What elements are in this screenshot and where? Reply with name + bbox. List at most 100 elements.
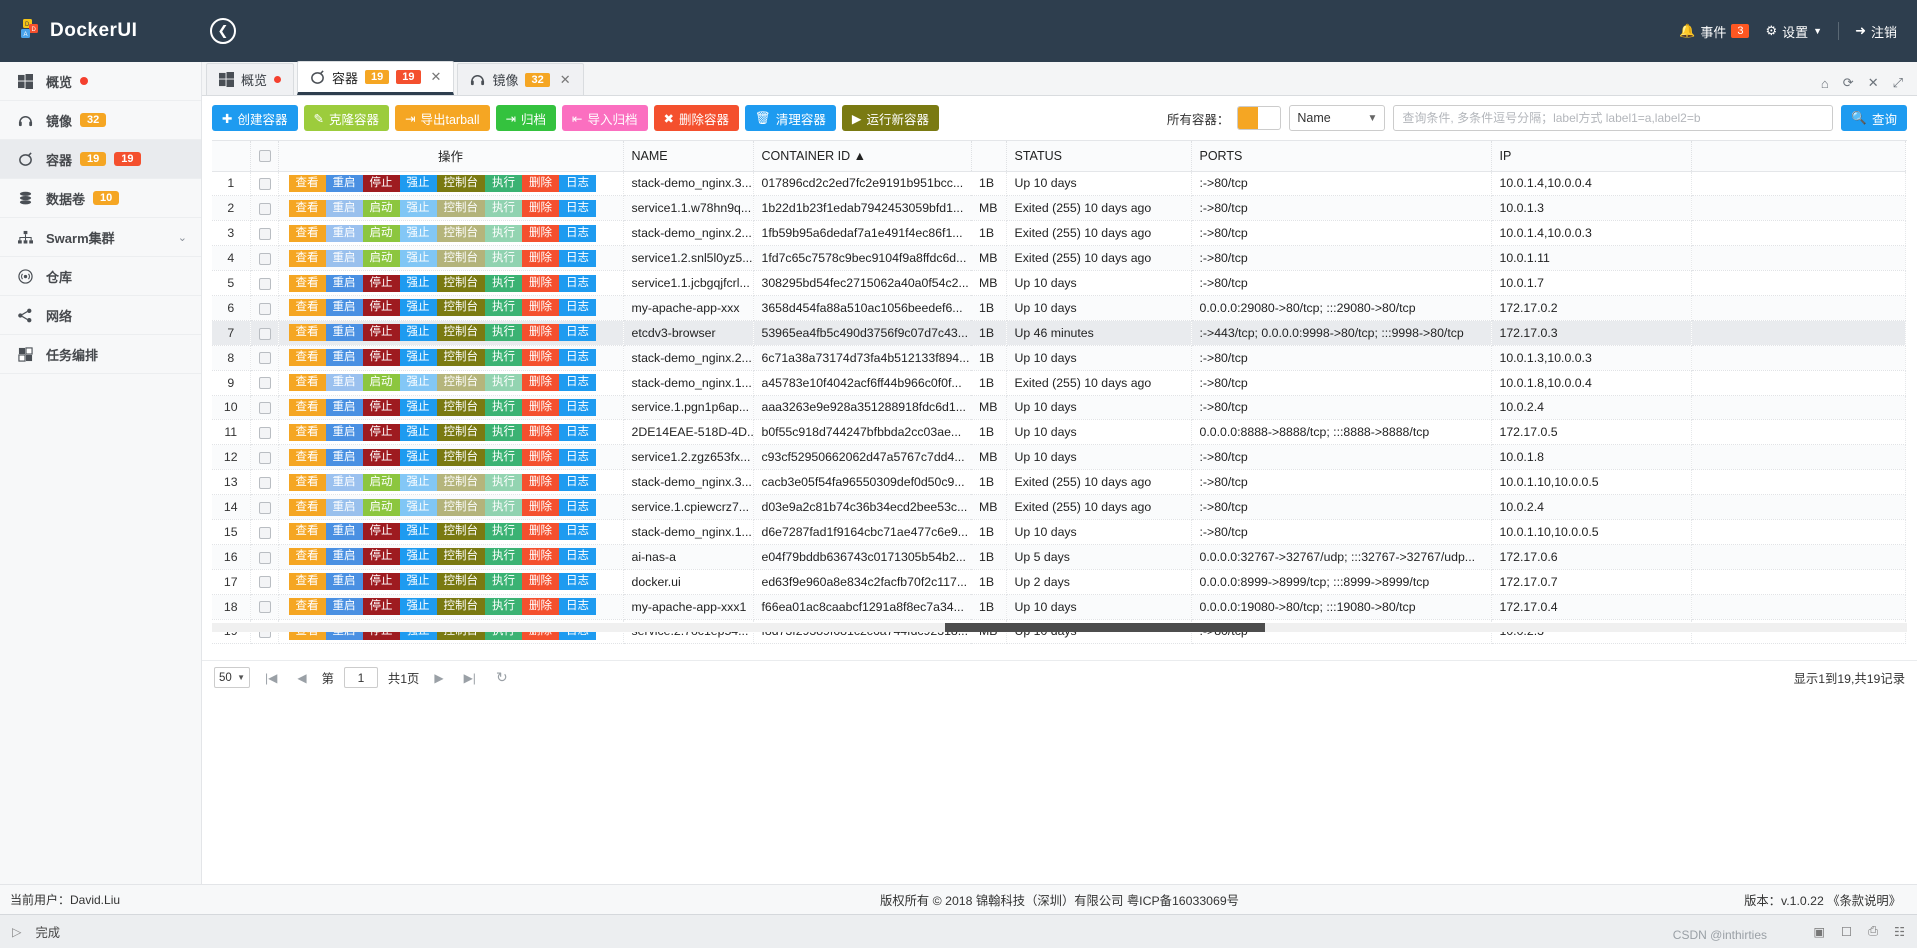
sidebar-collapse-button[interactable]: ❮ — [210, 18, 236, 44]
logout-button[interactable]: ➜ 注销 — [1855, 22, 1897, 41]
row-action-2[interactable]: 停止 — [362, 398, 400, 416]
row-action-6[interactable]: 执行 — [485, 249, 522, 267]
row-action-2[interactable]: 停止 — [362, 299, 400, 317]
row-action-7[interactable]: 删除 — [522, 573, 559, 591]
row-checkbox-cell[interactable] — [250, 320, 279, 346]
row-action-4[interactable]: 强止 — [399, 349, 437, 367]
row-action-3[interactable]: 启动 — [362, 224, 400, 242]
row-action-8[interactable]: 日志 — [559, 274, 596, 292]
toolbar-button-1[interactable]: ✎ 克隆容器 — [303, 105, 389, 131]
row-action-5[interactable]: 控制台 — [436, 448, 485, 466]
row-action-8[interactable]: 日志 — [559, 324, 596, 342]
row-checkbox-cell[interactable] — [250, 469, 279, 496]
tab-1[interactable]: 容器 19 19 ✕ — [297, 61, 455, 95]
row-checkbox-cell[interactable] — [250, 171, 279, 197]
row-checkbox[interactable] — [258, 352, 271, 365]
row-action-2[interactable]: 停止 — [362, 598, 400, 616]
row-action-8[interactable]: 日志 — [559, 374, 596, 392]
table-row[interactable]: 10 查看 重启 停止 强止 控制台 执行 删除 日志 service.1.pgn1p6ap...… — [212, 395, 1906, 421]
row-action-8[interactable]: 日志 — [559, 398, 596, 416]
toolbar-button-6[interactable]: 🗑 清理容器 — [745, 105, 836, 131]
toolbar-button-4[interactable]: ⇤ 导入归档 — [562, 105, 648, 131]
row-action-7[interactable]: 删除 — [522, 598, 559, 616]
row-action-7[interactable]: 删除 — [522, 548, 559, 566]
row-action-8[interactable]: 日志 — [559, 598, 596, 616]
row-action-5[interactable]: 控制台 — [436, 324, 485, 342]
row-action-4[interactable]: 强止 — [399, 299, 437, 317]
row-action-8[interactable]: 日志 — [559, 498, 596, 516]
row-checkbox[interactable] — [258, 427, 271, 440]
sidebar-item-6[interactable]: 网络 — [0, 296, 201, 335]
row-action-0[interactable]: 查看 — [288, 224, 326, 242]
row-action-0[interactable]: 查看 — [288, 324, 326, 342]
row-action-6[interactable]: 执行 — [485, 199, 522, 217]
row-action-1[interactable]: 重启 — [325, 174, 363, 192]
table-row[interactable]: 15 查看 重启 停止 强止 控制台 执行 删除 日志 stack-demo_nginx.1...… — [212, 519, 1906, 545]
row-action-7[interactable]: 删除 — [522, 274, 559, 292]
row-action-5[interactable]: 控制台 — [436, 374, 485, 392]
row-action-8[interactable]: 日志 — [559, 224, 596, 242]
toolbar-button-5[interactable]: ✖ 删除容器 — [653, 105, 740, 131]
row-checkbox[interactable] — [258, 327, 271, 340]
row-action-7[interactable]: 删除 — [522, 398, 559, 416]
row-action-7[interactable]: 删除 — [522, 423, 559, 441]
row-checkbox-cell[interactable] — [250, 220, 279, 247]
table-header-1[interactable] — [250, 141, 279, 172]
row-action-1[interactable]: 重启 — [325, 473, 363, 491]
row-checkbox-cell[interactable] — [250, 345, 279, 371]
table-row[interactable]: 3 查看 重启 启动 强止 控制台 执行 删除 日志 stack-demo_nginx.2... 1… — [212, 220, 1906, 247]
row-checkbox-cell[interactable] — [250, 444, 279, 471]
horizontal-scrollbar[interactable] — [212, 623, 1907, 632]
events-button[interactable]: 🔔 事件 3 — [1679, 22, 1750, 41]
row-action-6[interactable]: 执行 — [485, 573, 522, 591]
row-checkbox[interactable] — [258, 526, 271, 539]
tab-2[interactable]: 镜像 32 ✕ — [457, 63, 584, 95]
table-header-7[interactable]: PORTS — [1191, 141, 1492, 172]
row-checkbox[interactable] — [258, 203, 271, 216]
row-action-7[interactable]: 删除 — [522, 199, 559, 217]
row-action-3[interactable]: 启动 — [362, 199, 400, 217]
row-action-0[interactable]: 查看 — [288, 523, 326, 541]
table-header-9[interactable] — [1691, 141, 1906, 172]
row-action-5[interactable]: 控制台 — [436, 299, 485, 317]
row-checkbox[interactable] — [258, 178, 271, 191]
table-row[interactable]: 6 查看 重启 停止 强止 控制台 执行 删除 日志 my-apache-app-xxx 3658d… — [212, 295, 1906, 321]
sidebar-item-7[interactable]: 任务编排 — [0, 335, 201, 374]
table-header-0[interactable] — [212, 141, 251, 172]
close-icon[interactable]: ✕ — [431, 69, 442, 85]
row-action-6[interactable]: 执行 — [485, 299, 522, 317]
table-header-2[interactable]: 操作 — [278, 141, 624, 172]
row-checkbox[interactable] — [258, 476, 271, 489]
row-action-2[interactable]: 停止 — [362, 523, 400, 541]
refresh-icon[interactable]: ⟳ — [1843, 75, 1854, 91]
row-checkbox[interactable] — [258, 576, 271, 589]
row-action-0[interactable]: 查看 — [288, 174, 326, 192]
row-action-6[interactable]: 执行 — [485, 548, 522, 566]
toolbar-button-3[interactable]: ⇥ 归档 — [495, 105, 557, 131]
row-checkbox[interactable] — [258, 601, 271, 614]
row-checkbox[interactable] — [258, 252, 271, 265]
sidebar-item-0[interactable]: 概览 — [0, 62, 201, 101]
row-action-6[interactable]: 执行 — [485, 224, 522, 242]
window-icon[interactable]: ☐ — [1841, 925, 1852, 939]
row-action-1[interactable]: 重启 — [325, 498, 363, 516]
row-checkbox-cell[interactable] — [250, 295, 279, 321]
toolbar-button-2[interactable]: ⇥ 导出tarball — [395, 105, 490, 131]
row-action-7[interactable]: 删除 — [522, 473, 559, 491]
row-action-4[interactable]: 强止 — [399, 398, 437, 416]
row-action-3[interactable]: 启动 — [362, 374, 400, 392]
row-action-4[interactable]: 强止 — [399, 174, 437, 192]
row-action-5[interactable]: 控制台 — [436, 473, 485, 491]
row-action-6[interactable]: 执行 — [485, 523, 522, 541]
row-action-5[interactable]: 控制台 — [436, 349, 485, 367]
row-action-7[interactable]: 删除 — [522, 498, 559, 516]
table-row[interactable]: 4 查看 重启 启动 强止 控制台 执行 删除 日志 service1.2.snl5l0yz5..… — [212, 245, 1906, 272]
row-action-4[interactable]: 强止 — [399, 249, 437, 267]
select-all-checkbox[interactable] — [258, 150, 271, 163]
row-action-1[interactable]: 重启 — [325, 523, 363, 541]
row-action-6[interactable]: 执行 — [485, 423, 522, 441]
row-action-0[interactable]: 查看 — [288, 349, 326, 367]
row-action-4[interactable]: 强止 — [399, 324, 437, 342]
row-action-6[interactable]: 执行 — [485, 448, 522, 466]
row-action-2[interactable]: 停止 — [362, 573, 400, 591]
